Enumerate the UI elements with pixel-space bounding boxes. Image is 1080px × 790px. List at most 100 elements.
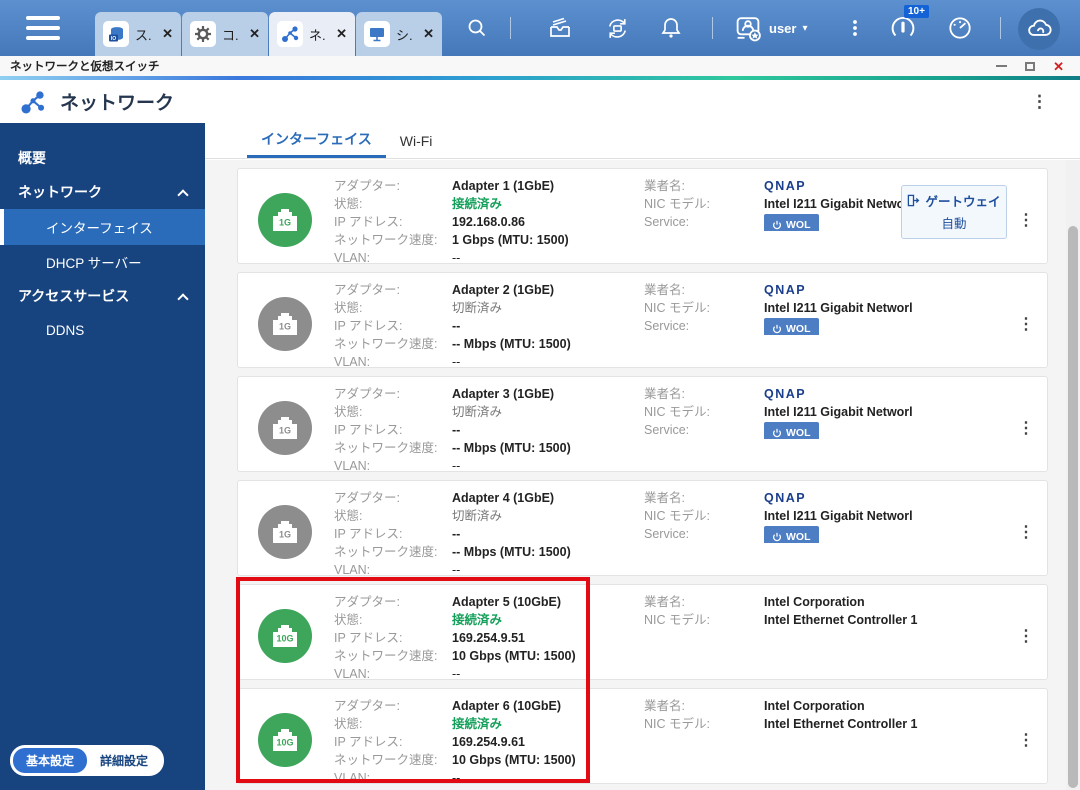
tab-system[interactable]: シ. ✕ bbox=[356, 12, 442, 56]
sidebar-item-network[interactable]: ネットワーク bbox=[0, 175, 205, 209]
adapter-field-values: Adapter 5 (10GbE) 接続済み 169.254.9.51 10 G… bbox=[452, 593, 644, 683]
app-tabs: IO ス. ✕ コ. ✕ ネ. ✕ シ. ✕ bbox=[95, 12, 443, 56]
storage-icon: IO bbox=[103, 21, 129, 47]
card-menu-dots-icon[interactable]: ⋮ bbox=[1015, 730, 1037, 750]
cloud-icon[interactable] bbox=[1018, 8, 1060, 50]
adapter-card: 1G アダプター: 状態: IP アドレス: ネットワーク速度: VLAN: Adap… bbox=[237, 480, 1048, 577]
close-icon[interactable]: ✕ bbox=[336, 26, 347, 42]
scrollbar bbox=[1066, 160, 1080, 790]
ethernet-port-icon: 10G bbox=[258, 713, 312, 767]
adapter-field-values: Adapter 6 (10GbE) 接続済み 169.254.9.61 10 G… bbox=[452, 697, 644, 787]
adapter-status: 切断済み bbox=[452, 509, 503, 523]
sidebar-item-overview[interactable]: 概要 bbox=[0, 141, 205, 175]
adapter-speed: -- Mbps (MTU: 1500) bbox=[452, 441, 571, 455]
sidebar-item-dhcp-server[interactable]: DHCP サーバー bbox=[0, 245, 205, 279]
nic-field-labels: 業者名: NIC モデル: bbox=[644, 595, 710, 627]
advanced-settings-button[interactable]: 詳細設定 bbox=[87, 748, 161, 773]
dashboard-gauge-icon[interactable] bbox=[945, 13, 975, 43]
notification-count-badge: 10+ bbox=[904, 5, 929, 18]
wol-badge[interactable]: WOL bbox=[764, 422, 819, 439]
card-menu-dots-icon[interactable]: ⋮ bbox=[1015, 210, 1037, 230]
page-title: ネットワーク bbox=[60, 93, 175, 114]
nic-field-values: Intel Corporation Intel Ethernet Control… bbox=[764, 593, 1015, 629]
user-menu[interactable]: user ▾ bbox=[733, 13, 808, 43]
close-icon[interactable]: ✕ bbox=[249, 26, 260, 42]
card-menu-dots-icon[interactable]: ⋮ bbox=[1015, 418, 1037, 438]
notifications-bell-icon[interactable] bbox=[656, 13, 686, 43]
sidebar: 概要 ネットワーク インターフェイス DHCP サーバー アクセスサービス DD… bbox=[0, 123, 205, 790]
sidebar-item-interfaces[interactable]: インターフェイス bbox=[0, 209, 205, 245]
ethernet-port-icon: 1G bbox=[258, 401, 312, 455]
nic-model: Intel I211 Gigabit Networl bbox=[764, 301, 913, 315]
tab-label: コ. bbox=[222, 27, 239, 43]
adapter-status: 接続済み bbox=[452, 717, 503, 731]
card-menu-dots-icon[interactable]: ⋮ bbox=[1015, 626, 1037, 646]
adapter-field-values: Adapter 2 (1GbE) 切断済み -- -- Mbps (MTU: 1… bbox=[452, 281, 644, 371]
background-tasks-icon[interactable] bbox=[545, 13, 575, 43]
adapter-speed: -- Mbps (MTU: 1500) bbox=[452, 545, 571, 559]
adapter-name: Adapter 2 (1GbE) bbox=[452, 283, 555, 297]
tab-storage[interactable]: IO ス. ✕ bbox=[95, 12, 181, 56]
tab-wifi[interactable]: Wi-Fi bbox=[386, 123, 447, 158]
adapter-field-labels: アダプター: 状態: IP アドレス: ネットワーク速度: VLAN: bbox=[334, 595, 438, 681]
vendor-name: Intel Corporation bbox=[764, 595, 865, 609]
card-menu-dots-icon[interactable]: ⋮ bbox=[1015, 522, 1037, 542]
sidebar-item-ddns[interactable]: DDNS bbox=[0, 313, 205, 347]
adapter-field-labels: アダプター: 状態: IP アドレス: ネットワーク速度: VLAN: bbox=[334, 179, 438, 265]
ethernet-port-icon: 1G bbox=[258, 297, 312, 351]
content-tabbar: インターフェイス Wi-Fi bbox=[205, 123, 1080, 159]
settings-mode-toggle: 基本設定 詳細設定 bbox=[10, 745, 165, 776]
power-icon bbox=[772, 324, 782, 334]
close-window-button[interactable]: ✕ bbox=[1053, 60, 1064, 73]
main-menu-icon[interactable] bbox=[26, 16, 60, 40]
adapter-status: 切断済み bbox=[452, 405, 503, 419]
more-options-icon[interactable] bbox=[840, 13, 870, 43]
sidebar-item-label: インターフェイス bbox=[46, 221, 153, 236]
wol-badge[interactable]: WOL bbox=[764, 526, 819, 543]
adapter-speed: 10 Gbps (MTU: 1500) bbox=[452, 649, 576, 663]
tab-network[interactable]: ネ. ✕ bbox=[269, 12, 355, 56]
nic-field-labels: 業者名: NIC モデル: Service: bbox=[644, 491, 710, 541]
maximize-button[interactable] bbox=[1025, 61, 1036, 71]
app-window: IO ス. ✕ コ. ✕ ネ. ✕ シ. ✕ user ▾ 10+ ネットワーク… bbox=[0, 0, 1080, 790]
adapter-field-values: Adapter 1 (1GbE) 接続済み 192.168.0.86 1 Gbp… bbox=[452, 177, 644, 267]
adapter-field-labels: アダプター: 状態: IP アドレス: ネットワーク速度: VLAN: bbox=[334, 283, 438, 369]
wol-badge[interactable]: WOL bbox=[764, 318, 819, 335]
scrollbar-thumb[interactable] bbox=[1068, 226, 1078, 788]
header-menu-dots-icon[interactable]: ⋮ bbox=[1017, 92, 1062, 112]
svg-text:1G: 1G bbox=[279, 426, 291, 436]
desktop-topbar: IO ス. ✕ コ. ✕ ネ. ✕ シ. ✕ user ▾ 10+ bbox=[0, 0, 1080, 56]
resource-monitor-icon[interactable]: 10+ bbox=[888, 5, 929, 43]
nic-field-labels: 業者名: NIC モデル: Service: bbox=[644, 179, 710, 229]
nic-model: Intel I211 Gigabit Networl bbox=[764, 197, 901, 211]
sync-icon[interactable] bbox=[602, 13, 632, 43]
divider bbox=[1000, 17, 1001, 39]
tab-interfaces[interactable]: インターフェイス bbox=[247, 123, 386, 158]
vendor-name: QNAP bbox=[764, 491, 807, 505]
tab-control-panel[interactable]: コ. ✕ bbox=[182, 12, 268, 56]
chevron-up-icon bbox=[177, 188, 189, 201]
basic-settings-button[interactable]: 基本設定 bbox=[13, 748, 88, 773]
nic-field-labels: 業者名: NIC モデル: Service: bbox=[644, 387, 710, 437]
wol-badge[interactable]: WOL bbox=[764, 214, 819, 231]
gateway-box[interactable]: ゲートウェイ 自動 bbox=[901, 185, 1007, 239]
window-title: ネットワークと仮想スイッチ bbox=[10, 61, 160, 73]
close-icon[interactable]: ✕ bbox=[162, 26, 173, 42]
card-menu-dots-icon[interactable]: ⋮ bbox=[1015, 314, 1037, 334]
divider bbox=[712, 17, 713, 39]
sidebar-item-label: DHCP サーバー bbox=[46, 256, 142, 271]
adapter-card: 10G アダプター: 状態: IP アドレス: ネットワーク速度: VLAN: Ada… bbox=[237, 688, 1048, 787]
adapter-ip: -- bbox=[452, 423, 461, 437]
vendor-name: QNAP bbox=[764, 283, 807, 297]
adapter-name: Adapter 1 (1GbE) bbox=[452, 179, 555, 193]
adapter-vlan: -- bbox=[452, 251, 461, 265]
nic-field-values: QNAP Intel I211 Gigabit Networl WOL bbox=[764, 385, 1015, 439]
adapter-status: 切断済み bbox=[452, 301, 503, 315]
adapter-ip: 169.254.9.51 bbox=[452, 631, 525, 645]
minimize-button[interactable] bbox=[996, 65, 1008, 67]
close-icon[interactable]: ✕ bbox=[423, 26, 434, 42]
sidebar-item-label: ネットワーク bbox=[18, 184, 102, 200]
search-icon[interactable] bbox=[462, 13, 492, 43]
tab-label: シ. bbox=[396, 27, 413, 43]
sidebar-item-access-services[interactable]: アクセスサービス bbox=[0, 279, 205, 313]
